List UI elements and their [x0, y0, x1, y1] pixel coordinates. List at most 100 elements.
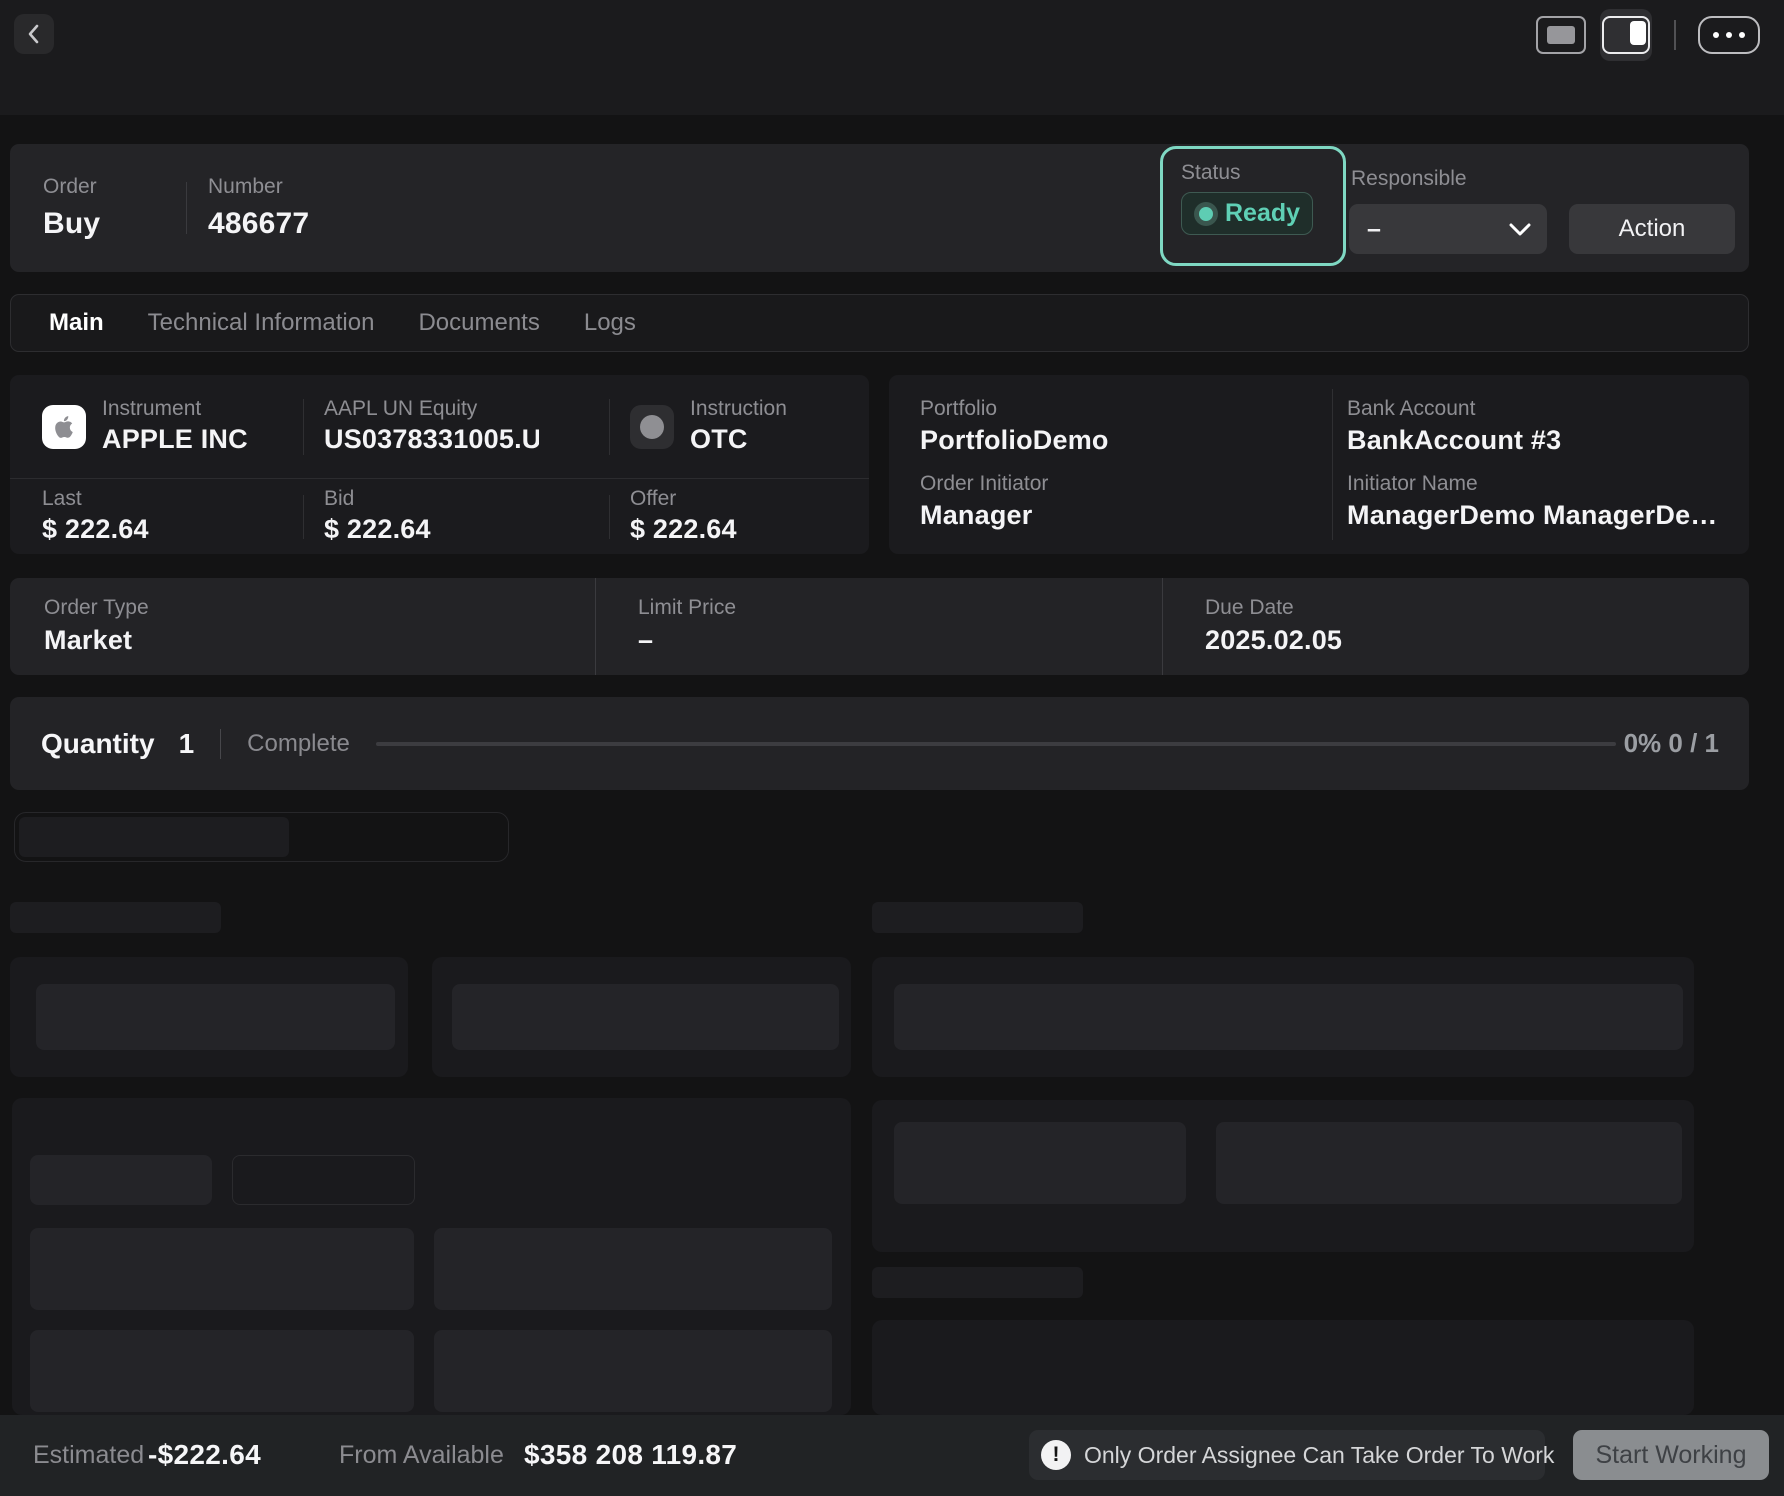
cell-divider — [303, 495, 304, 539]
bid-value: $ 222.64 — [324, 513, 431, 547]
limit-price-cell: Limit Price – — [595, 578, 1162, 675]
offer-price-cell: Offer $ 222.64 — [630, 486, 869, 547]
limit-price-label: Limit Price — [638, 595, 1162, 620]
from-available-label: From Available — [339, 1441, 504, 1470]
more-options-button[interactable] — [1698, 16, 1760, 54]
initiator-name-label: Initiator Name — [1347, 471, 1749, 496]
limit-price-value: – — [638, 624, 1162, 658]
number-label: Number — [208, 174, 309, 199]
equity-value: US0378331005.U… — [324, 423, 539, 457]
estimated-value: -$222.64 — [148, 1439, 261, 1471]
chevron-down-icon — [1509, 223, 1531, 236]
order-number-value: 486677 — [208, 205, 309, 243]
split-view-icon — [1602, 16, 1650, 54]
due-date-cell: Due Date 2025.02.05 — [1162, 578, 1749, 675]
footer-bar: Estimated -$222.64 From Available $358 2… — [0, 1415, 1784, 1496]
skeleton-card — [872, 1320, 1694, 1415]
responsible-value: – — [1367, 215, 1381, 244]
bank-account-value: BankAccount #3 — [1347, 424, 1727, 458]
skeleton-block — [30, 1228, 414, 1310]
skeleton-card — [872, 1100, 1694, 1252]
complete-label: Complete — [247, 730, 350, 758]
exclamation-icon: ! — [1041, 1440, 1071, 1470]
order-label: Order — [43, 174, 100, 199]
status-highlight-frame: Status Ready — [1160, 146, 1346, 266]
skeleton-block — [36, 984, 395, 1050]
tab-logs[interactable]: Logs — [584, 309, 636, 337]
status-dot-icon — [1199, 207, 1213, 221]
cell-divider — [303, 399, 304, 455]
skeleton-card — [10, 957, 408, 1077]
instruction-label: Instruction — [690, 396, 787, 421]
skeleton-chip — [19, 817, 289, 857]
skeleton-card — [872, 957, 1694, 1077]
chevron-left-icon — [26, 22, 42, 46]
tab-technical-information[interactable]: Technical Information — [148, 309, 375, 337]
equity-cell: AAPL UN Equity US0378331005.U… — [324, 396, 609, 457]
instruction-cell: Instruction OTC — [630, 396, 869, 457]
order-initiator-value: Manager — [920, 499, 1300, 533]
skeleton-block — [434, 1228, 832, 1310]
order-side-group: Order Buy — [43, 144, 100, 272]
status-badge: Ready — [1181, 192, 1313, 235]
skeleton-section-label — [872, 1267, 1083, 1298]
cell-divider — [609, 399, 610, 455]
order-type-label: Order Type — [44, 595, 595, 620]
full-view-toggle[interactable] — [1536, 16, 1586, 54]
skeleton-block — [452, 984, 839, 1050]
cell-divider — [609, 495, 610, 539]
prices-row: Last $ 222.64 Bid $ 222.64 Offer $ 222.6… — [10, 478, 869, 554]
instrument-logo-tile — [42, 405, 86, 449]
skeleton-block — [434, 1330, 832, 1412]
order-type-cell: Order Type Market — [10, 595, 595, 658]
instrument-value: APPLE INC — [102, 423, 248, 457]
last-price-cell: Last $ 222.64 — [10, 486, 303, 547]
top-bar — [0, 0, 1784, 115]
tab-documents[interactable]: Documents — [418, 309, 539, 337]
action-button[interactable]: Action — [1569, 204, 1735, 254]
bid-label: Bid — [324, 486, 431, 511]
last-label: Last — [42, 486, 149, 511]
skeleton-chip — [30, 1155, 212, 1205]
offer-label: Offer — [630, 486, 737, 511]
order-initiator-cell: Order Initiator Manager — [889, 465, 1332, 541]
status-value: Ready — [1225, 199, 1300, 228]
skeleton-card — [432, 957, 851, 1077]
assignee-notice-text: Only Order Assignee Can Take Order To Wo… — [1084, 1442, 1554, 1469]
instrument-label: Instrument — [102, 396, 248, 421]
portfolio-value: PortfolioDemo — [920, 424, 1300, 458]
split-view-toggle[interactable] — [1600, 9, 1652, 61]
equity-label: AAPL UN Equity — [324, 396, 539, 421]
quantity-label: Quantity — [41, 728, 155, 760]
from-available-value: $358 208 119.87 — [524, 1439, 737, 1471]
responsible-dropdown[interactable]: – — [1349, 204, 1547, 254]
bid-price-cell: Bid $ 222.64 — [324, 486, 609, 547]
due-date-label: Due Date — [1205, 595, 1749, 620]
order-type-card: Order Type Market Limit Price – Due Date… — [10, 578, 1749, 675]
instrument-cell: Instrument APPLE INC — [10, 396, 303, 457]
skeleton-card — [12, 1098, 851, 1415]
tabs-bar: Main Technical Information Documents Log… — [10, 294, 1749, 352]
skeleton-section-label — [872, 902, 1083, 933]
instruction-circle-icon — [640, 415, 664, 439]
back-button[interactable] — [14, 14, 54, 54]
account-info-card: Portfolio PortfolioDemo Bank Account Ban… — [889, 375, 1749, 554]
instruction-value: OTC — [690, 423, 787, 457]
bank-account-cell: Bank Account BankAccount #3 — [1332, 389, 1749, 465]
apple-icon — [51, 414, 77, 440]
skeleton-chip-container — [14, 812, 509, 862]
bank-account-label: Bank Account — [1347, 396, 1749, 421]
last-value: $ 222.64 — [42, 513, 149, 547]
portfolio-label: Portfolio — [920, 396, 1332, 421]
skeleton-section-label — [10, 902, 221, 933]
full-view-icon — [1547, 26, 1575, 44]
skeleton-chip-outline — [232, 1155, 415, 1205]
tab-main[interactable]: Main — [49, 309, 104, 337]
start-working-button[interactable]: Start Working — [1573, 1430, 1769, 1480]
instrument-card: Instrument APPLE INC AAPL UN Equity US03… — [10, 375, 869, 554]
assignee-notice: ! Only Order Assignee Can Take Order To … — [1029, 1430, 1545, 1480]
order-header-card: Order Buy Number 486677 Status Ready Res… — [10, 144, 1749, 272]
ellipsis-icon — [1713, 32, 1719, 38]
offer-value: $ 222.64 — [630, 513, 737, 547]
skeleton-block — [30, 1330, 414, 1412]
